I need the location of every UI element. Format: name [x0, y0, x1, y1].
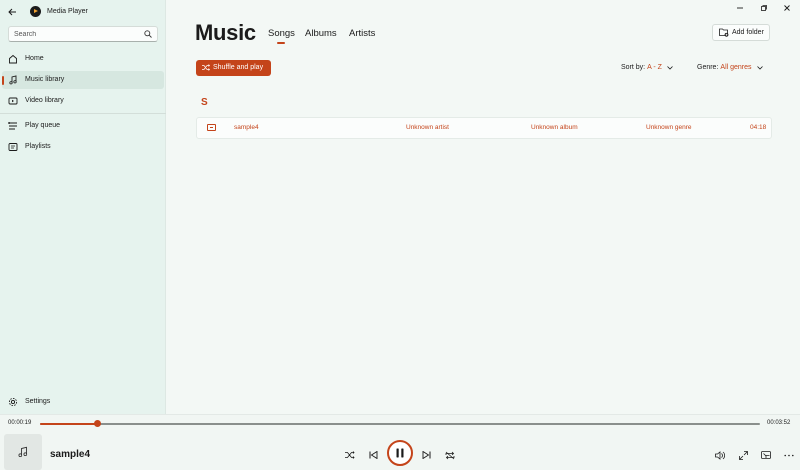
shuffle-and-play-label: Shuffle and play: [213, 64, 264, 71]
song-duration: 04:18: [750, 124, 767, 131]
genre-dropdown[interactable]: Genre: All genres: [697, 64, 763, 71]
shuffle-button[interactable]: [344, 449, 356, 461]
sidebar-item-label: Music library: [25, 76, 65, 83]
app-logo: [30, 6, 41, 17]
close-button[interactable]: [780, 3, 794, 13]
volume-button[interactable]: [714, 449, 726, 461]
sidebar-item-play-queue[interactable]: Play queue: [2, 117, 164, 135]
music-note-icon: [18, 446, 28, 457]
sidebar-item-music-library[interactable]: Music library: [2, 71, 164, 89]
search-input[interactable]: [14, 29, 134, 40]
active-tab-indicator: [277, 42, 285, 44]
sidebar-item-label: Play queue: [25, 122, 61, 129]
player-bar: 00:00:19 00:03:52 sample4: [0, 414, 800, 470]
song-album[interactable]: Unknown album: [531, 124, 578, 131]
playlist-icon: [8, 143, 18, 151]
sort-label: Sort by:: [621, 64, 646, 71]
sort-value: A - Z: [647, 64, 662, 71]
song-row[interactable]: sample4 Unknown artist Unknown album Unk…: [196, 117, 772, 139]
song-artist[interactable]: Unknown artist: [406, 124, 449, 131]
music-note-icon: [9, 75, 17, 85]
shuffle-and-play-button[interactable]: Shuffle and play: [196, 60, 271, 76]
remaining-time: 00:03:52: [767, 420, 791, 426]
shuffle-icon: [345, 451, 355, 459]
home-icon: [9, 54, 17, 64]
chevron-down-icon: [667, 65, 673, 70]
song-thumbnail-icon: [207, 124, 216, 131]
sidebar-item-home[interactable]: Home: [2, 50, 164, 68]
more-options-button[interactable]: [783, 449, 795, 461]
back-arrow-icon: [7, 8, 16, 16]
queue-icon: [8, 122, 17, 130]
minimize-button[interactable]: [733, 3, 747, 13]
album-art[interactable]: [4, 434, 42, 470]
sort-dropdown[interactable]: Sort by: A - Z: [621, 64, 673, 71]
back-button[interactable]: [4, 4, 20, 20]
sidebar-item-label: Settings: [25, 398, 51, 405]
sidebar-item-settings[interactable]: Settings: [2, 393, 164, 411]
previous-icon: [369, 451, 377, 459]
more-options-icon: [784, 454, 794, 456]
song-genre[interactable]: Unknown genre: [646, 124, 692, 131]
chevron-down-icon: [756, 65, 763, 70]
repeat-button[interactable]: [444, 449, 456, 461]
seek-progress: [40, 423, 98, 425]
tab-songs[interactable]: Songs: [268, 28, 295, 39]
pause-icon: [396, 448, 404, 458]
genre-value: All genres: [720, 64, 752, 71]
sidebar-divider: [0, 113, 166, 114]
sidebar-item-video-library[interactable]: Video library: [2, 92, 164, 110]
mini-player-icon: [761, 450, 771, 459]
seek-thumb[interactable]: [94, 420, 102, 427]
gear-icon: [8, 397, 18, 407]
elapsed-time: 00:00:19: [8, 420, 32, 426]
page-title: Music: [195, 20, 256, 45]
next-button[interactable]: [420, 449, 432, 461]
full-screen-button[interactable]: [737, 449, 749, 461]
add-folder-label: Add folder: [732, 29, 764, 36]
expand-icon: [738, 450, 748, 460]
next-icon: [422, 451, 430, 459]
previous-button[interactable]: [367, 449, 379, 461]
titlebar: Media Player: [0, 0, 166, 24]
genre-label: Genre:: [697, 64, 719, 71]
search-icon[interactable]: [144, 30, 152, 38]
sidebar: Media Player Home Music library Video li…: [0, 0, 166, 414]
sidebar-item-label: Playlists: [25, 143, 51, 150]
tab-albums[interactable]: Albums: [305, 28, 337, 39]
add-folder-button[interactable]: Add folder: [712, 24, 770, 41]
volume-icon: [715, 450, 725, 460]
mini-player-button[interactable]: [760, 449, 772, 461]
maximize-icon: [761, 5, 767, 11]
search-box[interactable]: [8, 26, 158, 42]
close-icon: [784, 5, 790, 11]
sidebar-item-label: Video library: [25, 97, 64, 104]
seek-bar[interactable]: [40, 420, 760, 427]
maximize-button[interactable]: [757, 3, 771, 13]
shuffle-icon: [202, 64, 210, 71]
group-letter-header: S: [201, 97, 208, 108]
pause-button[interactable]: [387, 440, 413, 466]
song-title: sample4: [234, 124, 259, 131]
tab-artists[interactable]: Artists: [349, 28, 375, 39]
app-title: Media Player: [47, 8, 88, 15]
add-folder-icon: [719, 28, 729, 37]
sidebar-item-playlists[interactable]: Playlists: [2, 138, 164, 156]
sidebar-item-label: Home: [25, 55, 44, 62]
repeat-icon: [445, 451, 455, 459]
now-playing-title: sample4: [50, 449, 91, 460]
video-icon: [8, 97, 18, 105]
active-indicator: [2, 76, 4, 85]
minimize-icon: [737, 7, 743, 9]
